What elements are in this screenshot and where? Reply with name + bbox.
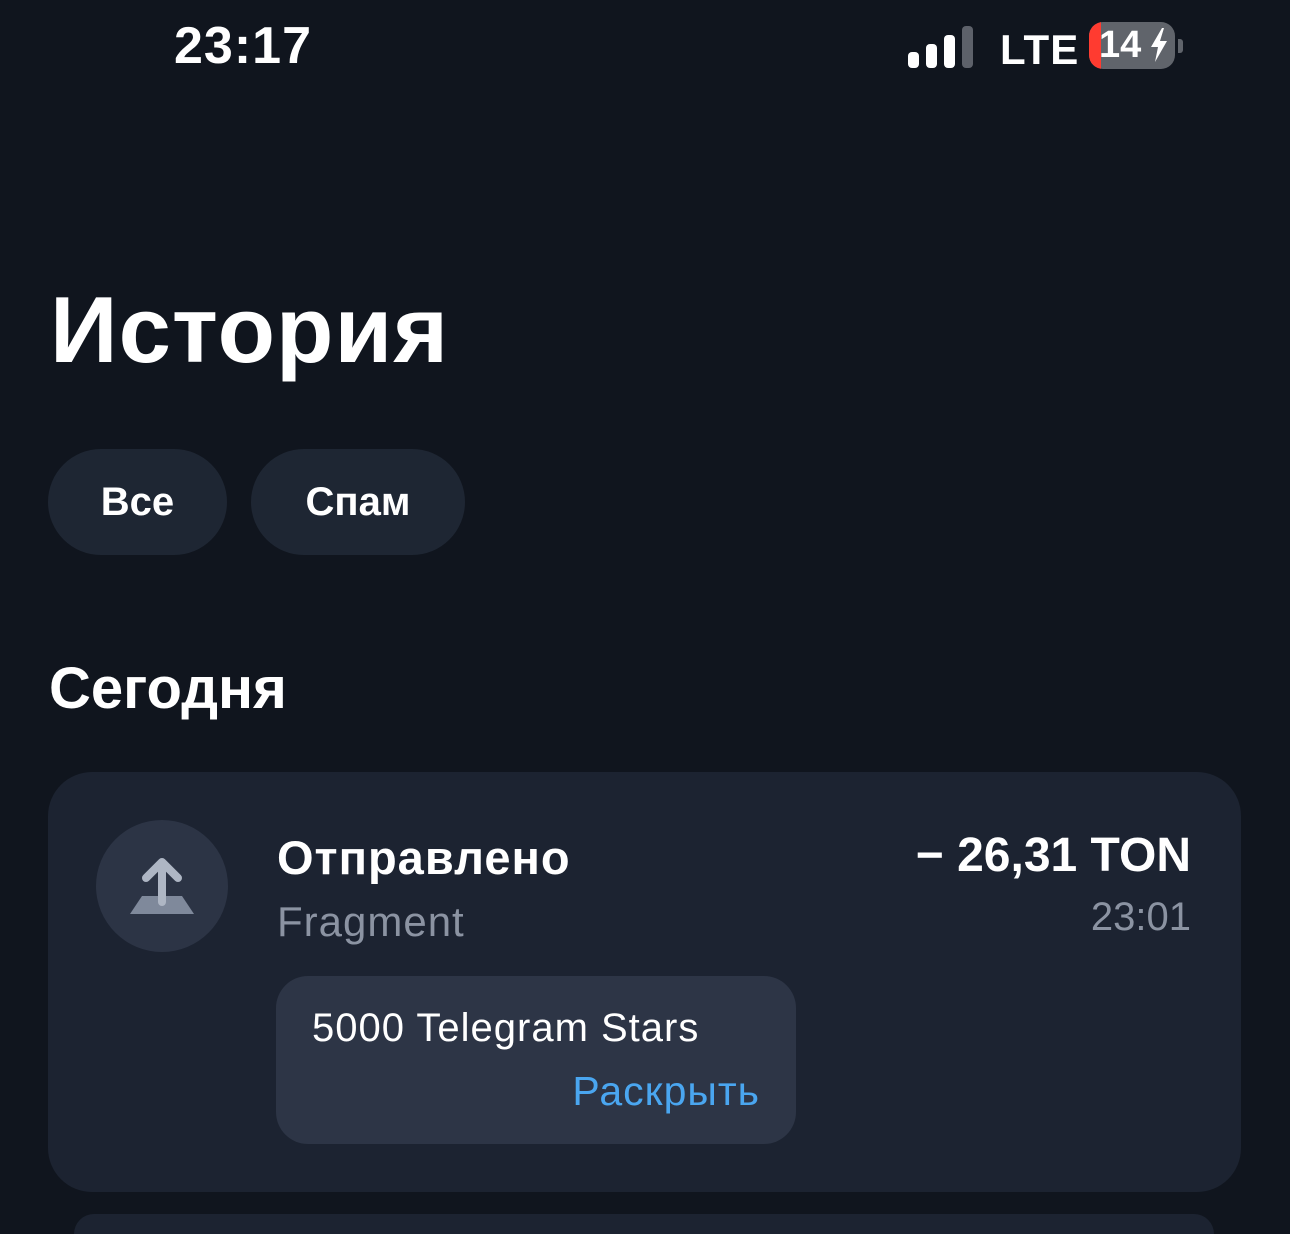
transaction-time: 23:01 [1090, 895, 1191, 939]
transaction-comment-bubble: 5000 Telegram Stars Раскрыть [276, 976, 796, 1144]
status-bar: 23:17 LTE 14 [0, 0, 1290, 100]
battery-cap [1178, 39, 1183, 53]
signal-bar-3 [944, 35, 955, 68]
signal-bar-2 [926, 44, 937, 68]
filter-spam-chip[interactable]: Спам [251, 449, 465, 555]
transaction-icon-circle [96, 820, 228, 952]
signal-strength-icon [908, 24, 974, 68]
filter-all-chip[interactable]: Все [48, 449, 227, 555]
charging-bolt-icon [1151, 28, 1167, 62]
transaction-type: Отправлено [277, 831, 571, 884]
network-type: LTE [1000, 26, 1080, 73]
next-transaction-card-edge[interactable] [74, 1214, 1214, 1234]
transaction-amount: − 26,31 TON [915, 829, 1191, 882]
transaction-card[interactable]: Отправлено Fragment − 26,31 TON 23:01 50… [48, 772, 1241, 1192]
page-title: История [50, 277, 450, 382]
signal-bar-1 [908, 52, 919, 68]
battery-icon: 14 [1089, 22, 1175, 69]
section-heading-today: Сегодня [49, 656, 287, 721]
expand-comment-link[interactable]: Раскрыть [572, 1068, 760, 1115]
battery-level: 14 [1099, 24, 1142, 66]
status-time: 23:17 [174, 17, 312, 75]
signal-bar-4 [962, 26, 973, 68]
arrow-up-send-icon [130, 858, 194, 914]
transaction-counterparty: Fragment [277, 898, 465, 945]
transaction-comment-text: 5000 Telegram Stars [312, 1006, 700, 1050]
